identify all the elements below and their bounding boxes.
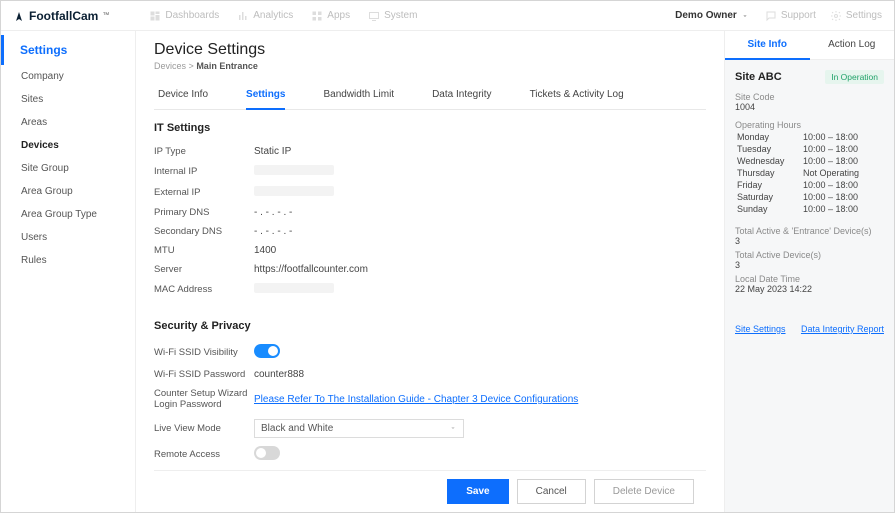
sidebar-item-rules[interactable]: Rules bbox=[1, 249, 135, 272]
panel-tab-site-info[interactable]: Site Info bbox=[725, 31, 810, 60]
chevron-down-icon bbox=[449, 424, 457, 432]
status-badge: In Operation bbox=[825, 70, 884, 84]
cancel-button[interactable]: Cancel bbox=[517, 479, 586, 504]
gear-icon bbox=[830, 10, 842, 22]
page-title: Device Settings bbox=[154, 41, 706, 59]
sidebar-item-areagrouptype[interactable]: Area Group Type bbox=[1, 203, 135, 226]
row-mac: MAC Address bbox=[154, 279, 706, 300]
site-settings-link[interactable]: Site Settings bbox=[735, 324, 786, 334]
it-settings-heading: IT Settings bbox=[154, 122, 706, 134]
breadcrumb: Devices > Main Entrance bbox=[154, 61, 706, 71]
sidebar: Settings Company Sites Areas Devices Sit… bbox=[1, 31, 136, 512]
row-setup-wizard-password: Counter Setup Wizard Login Password Plea… bbox=[154, 384, 706, 415]
local-time-label: Local Date Time bbox=[735, 274, 884, 284]
sidebar-item-areagroup[interactable]: Area Group bbox=[1, 180, 135, 203]
chat-icon bbox=[765, 10, 777, 22]
row-wifi-password: Wi-Fi SSID Passwordcounter888 bbox=[154, 365, 706, 384]
brand-name: FootfallCam bbox=[29, 9, 98, 23]
tabs: Device Info Settings Bandwidth Limit Dat… bbox=[154, 81, 706, 110]
row-primary-dns: Primary DNS- . - . - . - bbox=[154, 203, 706, 222]
total-active-value: 3 bbox=[735, 260, 884, 270]
nav-system[interactable]: System bbox=[368, 10, 417, 22]
live-view-mode-select[interactable]: Black and White bbox=[254, 419, 464, 438]
delete-device-button[interactable]: Delete Device bbox=[594, 479, 694, 504]
nav-dashboards[interactable]: Dashboards bbox=[149, 10, 219, 22]
tab-integrity[interactable]: Data Integrity bbox=[432, 81, 491, 109]
tab-settings[interactable]: Settings bbox=[246, 81, 285, 110]
row-wifi-visibility: Wi-Fi SSID Visibility bbox=[154, 340, 706, 365]
footfall-icon bbox=[13, 10, 25, 22]
total-entrance-label: Total Active & 'Entrance' Device(s) bbox=[735, 226, 884, 236]
analytics-icon bbox=[237, 10, 249, 22]
save-button[interactable]: Save bbox=[447, 479, 508, 504]
tab-tickets[interactable]: Tickets & Activity Log bbox=[530, 81, 624, 109]
wifi-visibility-toggle[interactable] bbox=[254, 344, 280, 358]
sidebar-item-company[interactable]: Company bbox=[1, 65, 135, 88]
panel-tab-action-log[interactable]: Action Log bbox=[810, 31, 895, 59]
brand-logo[interactable]: FootfallCam ™ bbox=[13, 9, 109, 23]
nav-apps[interactable]: Apps bbox=[311, 10, 350, 22]
remote-access-toggle[interactable] bbox=[254, 446, 280, 460]
nav-analytics[interactable]: Analytics bbox=[237, 10, 293, 22]
site-code-value: 1004 bbox=[735, 102, 884, 112]
system-icon bbox=[368, 10, 380, 22]
tab-bandwidth[interactable]: Bandwidth Limit bbox=[323, 81, 394, 109]
masked-value bbox=[254, 165, 334, 175]
row-mtu: MTU1400 bbox=[154, 241, 706, 260]
sidebar-header[interactable]: Settings bbox=[1, 35, 135, 65]
hours-label: Operating Hours bbox=[735, 120, 884, 130]
chevron-down-icon bbox=[741, 12, 749, 20]
settings-link[interactable]: Settings bbox=[830, 10, 882, 22]
site-name: Site ABC bbox=[735, 71, 782, 83]
crumb-current: Main Entrance bbox=[196, 61, 258, 71]
sidebar-item-users[interactable]: Users bbox=[1, 226, 135, 249]
data-integrity-link[interactable]: Data Integrity Report bbox=[801, 324, 884, 334]
sidebar-item-areas[interactable]: Areas bbox=[1, 111, 135, 134]
row-internal-ip: Internal IP bbox=[154, 161, 706, 182]
row-live-view-mode: Live View Mode Black and White bbox=[154, 415, 706, 442]
apps-icon bbox=[311, 10, 323, 22]
row-server: Serverhttps://footfallcounter.com bbox=[154, 260, 706, 279]
operating-hours: Monday10:00 – 18:00 Tuesday10:00 – 18:00… bbox=[735, 130, 884, 216]
row-remote-access: Remote Access bbox=[154, 442, 706, 467]
masked-value bbox=[254, 283, 334, 293]
sidebar-item-sites[interactable]: Sites bbox=[1, 88, 135, 111]
row-external-ip: External IP bbox=[154, 182, 706, 203]
support-link[interactable]: Support bbox=[765, 10, 816, 22]
total-entrance-value: 3 bbox=[735, 236, 884, 246]
owner-menu[interactable]: Demo Owner bbox=[675, 10, 749, 21]
brand-tm: ™ bbox=[102, 12, 109, 19]
site-code-label: Site Code bbox=[735, 92, 884, 102]
side-panel: Site Info Action Log Site ABC In Operati… bbox=[724, 31, 894, 512]
tab-device-info[interactable]: Device Info bbox=[158, 81, 208, 109]
local-time-value: 22 May 2023 14:22 bbox=[735, 284, 884, 294]
install-guide-link[interactable]: Please Refer To The Installation Guide -… bbox=[254, 394, 578, 405]
dashboard-icon bbox=[149, 10, 161, 22]
row-ip-type: IP TypeStatic IP bbox=[154, 142, 706, 161]
row-secondary-dns: Secondary DNS- . - . - . - bbox=[154, 222, 706, 241]
crumb-parent[interactable]: Devices bbox=[154, 61, 186, 71]
sidebar-item-devices[interactable]: Devices bbox=[1, 134, 135, 157]
total-active-label: Total Active Device(s) bbox=[735, 250, 884, 260]
topnav: Dashboards Analytics Apps System bbox=[149, 10, 417, 22]
security-heading: Security & Privacy bbox=[154, 320, 706, 332]
masked-value bbox=[254, 186, 334, 196]
sidebar-item-sitegroup[interactable]: Site Group bbox=[1, 157, 135, 180]
footer-actions: Save Cancel Delete Device bbox=[154, 470, 706, 512]
topbar: FootfallCam ™ Dashboards Analytics Apps S… bbox=[1, 1, 894, 31]
